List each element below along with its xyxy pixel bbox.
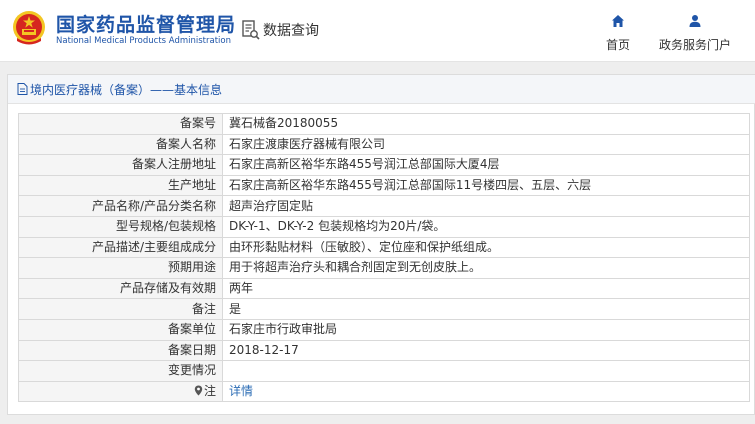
field-value: 2018-12-17 (222, 339, 750, 362)
field-value: 超声治疗固定贴 (222, 195, 750, 217)
table-row: 产品描述/主要组成成分 由环形黏贴材料（压敏胶）、定位座和保护纸组成。 (18, 236, 750, 259)
field-value: 是 (222, 298, 750, 320)
document-search-icon (242, 20, 260, 40)
field-value: DK-Y-1、DK-Y-2 包装规格均为20片/袋。 (222, 215, 750, 238)
table-row: 备案号 冀石械备20180055 (18, 113, 750, 135)
field-value: 石家庄高新区裕华东路455号润江总部国际11号楼四层、五层、六层 (222, 174, 750, 197)
detail-link[interactable]: 详情 (229, 384, 253, 398)
table-row: 备注是 (18, 298, 750, 320)
table-row: 产品名称/产品分类名称 超声治疗固定贴 (18, 195, 750, 217)
table-row: 注 详情 (18, 380, 750, 403)
field-label: 备注 (18, 298, 223, 320)
field-value: 石家庄高新区裕华东路455号润江总部国际大厦4层 (222, 154, 750, 176)
home-icon (612, 15, 624, 27)
field-label: 备案号 (18, 113, 223, 135)
field-label: 产品存储及有效期 (18, 277, 223, 300)
field-value: 由环形黏贴材料（压敏胶）、定位座和保护纸组成。 (222, 236, 750, 259)
field-value: 两年 (222, 277, 750, 300)
nav-home-label: 首页 (605, 38, 630, 52)
nav-home[interactable]: 首页 (600, 14, 636, 53)
national-emblem-logo[interactable] (12, 10, 46, 46)
panel-title-bar: 境内医疗器械（备案）——基本信息 (8, 75, 755, 104)
data-query-label: 数据查询 (263, 23, 319, 39)
nav-gov-label: 政务服务门户 (658, 38, 731, 52)
document-icon (17, 83, 28, 95)
field-value (222, 360, 750, 382)
table-row: 生产地址 石家庄高新区裕华东路455号润江总部国际11号楼四层、五层、六层 (18, 174, 750, 197)
field-label: 预期用途 (18, 257, 223, 279)
field-label: 变更情况 (18, 360, 223, 382)
table-row: 备案人名称 石家庄渡康医疗器械有限公司 (18, 133, 750, 156)
nav-gov-service-portal[interactable]: 政务服务门户 (656, 14, 734, 53)
field-value: 石家庄市行政审批局 (222, 318, 750, 341)
location-pin-icon (194, 385, 203, 396)
field-value: 用于将超声治疗头和耦合剂固定到无创皮肤上。 (222, 257, 750, 279)
user-icon (689, 15, 701, 27)
table-row: 产品存储及有效期 两年 (18, 277, 750, 300)
table-row: 备案日期 2018-12-17 (18, 339, 750, 362)
field-label: 产品名称/产品分类名称 (18, 195, 223, 217)
field-value: 石家庄渡康医疗器械有限公司 (222, 133, 750, 156)
table-row: 变更情况 (18, 360, 750, 382)
top-header: 国家药品监督管理局 National Medical Products Admi… (0, 0, 755, 62)
agency-name-cn[interactable]: 国家药品监督管理局 (56, 10, 236, 37)
field-label: 产品描述/主要组成成分 (18, 236, 223, 259)
agency-name-en[interactable]: National Medical Products Administration (56, 36, 231, 46)
field-label: 备案单位 (18, 318, 223, 341)
note-label: 注 (203, 384, 216, 399)
field-value: 详情 (222, 380, 750, 403)
data-query-link[interactable]: 数据查询 (241, 18, 319, 42)
field-label: 备案人名称 (18, 133, 223, 156)
field-label: 型号规格/包装规格 (18, 215, 223, 238)
field-label: 备案日期 (18, 339, 223, 362)
field-label: 备案人注册地址 (18, 154, 223, 176)
table-row: 预期用途 用于将超声治疗头和耦合剂固定到无创皮肤上。 (18, 257, 750, 279)
table-row: 备案单位 石家庄市行政审批局 (18, 318, 750, 341)
field-label: 生产地址 (18, 174, 223, 197)
field-value: 冀石械备20180055 (222, 113, 750, 135)
table-row: 型号规格/包装规格 DK-Y-1、DK-Y-2 包装规格均为20片/袋。 (18, 215, 750, 238)
basic-info-table: 备案号 冀石械备20180055 备案人名称 石家庄渡康医疗器械有限公司 备案人注册地址… (18, 113, 750, 403)
panel-title: 境内医疗器械（备案）——基本信息 (30, 82, 223, 97)
info-panel: 境内医疗器械（备案）——基本信息 备案号 冀石械备20180055 备案人名称 石家庄… (7, 74, 755, 415)
table-row: 备案人注册地址 石家庄高新区裕华东路455号润江总部国际大厦4层 (18, 154, 750, 176)
field-label: 注 (18, 380, 223, 403)
